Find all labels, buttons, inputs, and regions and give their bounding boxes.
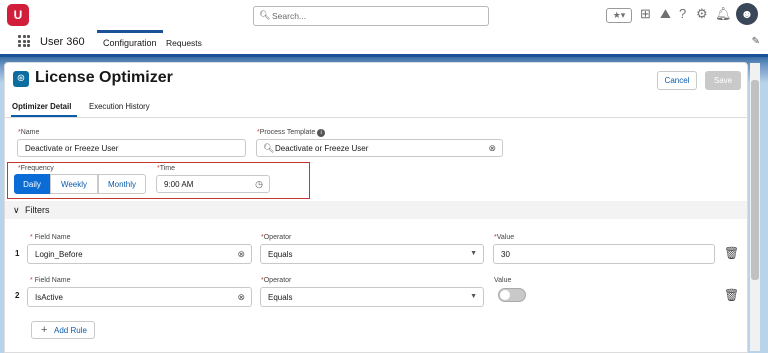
operator-value: Equals xyxy=(268,250,293,259)
cancel-button[interactable]: Cancel xyxy=(657,71,697,90)
app-launcher-icon[interactable] xyxy=(18,35,30,47)
global-actions-icon[interactable]: ⊞ xyxy=(640,7,651,21)
global-search[interactable]: 🔍︎ Search... xyxy=(253,6,489,26)
field-name-value: Login_Before xyxy=(35,250,83,259)
operator-select[interactable]: Equals ▼ xyxy=(260,244,484,264)
app-name: User 360 xyxy=(40,36,85,48)
active-tab-indicator xyxy=(11,115,77,117)
process-template-label: *Process Template i xyxy=(257,129,326,137)
edit-nav-pencil-icon[interactable]: ✎ xyxy=(752,36,760,47)
tab-optimizer-detail[interactable]: Optimizer Detail xyxy=(12,102,71,111)
value-label: *Value xyxy=(494,234,515,241)
process-template-value: Deactivate or Freeze User xyxy=(275,144,369,153)
app-nav-bar: User 360 Configuration Requests ✎ xyxy=(0,30,768,57)
delete-row-trash-icon[interactable]: 🗑︎ xyxy=(724,288,739,302)
plus-icon: + xyxy=(41,324,48,336)
name-label: *Name xyxy=(18,129,40,136)
search-icon: 🔍︎ xyxy=(263,143,275,153)
filter-row-number: 2 xyxy=(15,291,20,300)
add-rule-label: Add Rule xyxy=(54,326,87,335)
notifications-bell-icon[interactable]: 🔔︎ xyxy=(715,7,732,21)
help-icon[interactable]: ? xyxy=(679,7,686,21)
value-label: Value xyxy=(494,277,512,284)
operator-value: Equals xyxy=(268,293,293,302)
dropdown-arrow-icon: ▼ xyxy=(470,250,477,257)
record-header: ⊛ License Optimizer Cancel Save xyxy=(5,63,747,95)
clear-selection-icon[interactable]: ⊗ xyxy=(237,292,245,303)
scrollbar-thumb[interactable] xyxy=(751,80,759,280)
operator-label: *Operator xyxy=(261,277,292,284)
clock-icon[interactable]: ◷ xyxy=(255,179,263,190)
save-button[interactable]: Save xyxy=(705,71,741,90)
filters-section-header[interactable]: ∨ Filters xyxy=(5,201,747,219)
process-template-field[interactable]: 🔍︎ Deactivate or Freeze User ⊗ xyxy=(256,139,503,157)
search-input[interactable]: Search... xyxy=(272,11,306,21)
chevron-down-icon: ∨ xyxy=(13,205,20,215)
info-icon[interactable]: i xyxy=(317,129,326,137)
delete-row-trash-icon[interactable]: 🗑︎ xyxy=(724,246,739,260)
clear-selection-icon[interactable]: ⊗ xyxy=(488,143,496,154)
app-logo[interactable]: U xyxy=(7,4,29,26)
add-rule-button[interactable]: + Add Rule xyxy=(31,321,95,339)
time-value: 9:00 AM xyxy=(164,180,194,189)
global-header: U 🔍︎ Search... ★▾ ⊞ ⛰ ? ⚙ 🔔︎ ☻ xyxy=(0,0,768,31)
frequency-label: *Frequency xyxy=(18,165,54,172)
value-toggle[interactable] xyxy=(498,288,526,302)
name-value: Deactivate or Freeze User xyxy=(25,144,119,153)
nav-tab-label: Configuration xyxy=(103,38,157,48)
filter-row-number: 1 xyxy=(15,249,20,258)
operator-label: *Operator xyxy=(261,234,292,241)
name-field[interactable]: Deactivate or Freeze User xyxy=(17,139,246,157)
filters-section-title: Filters xyxy=(25,205,50,215)
field-name-label: * Field Name xyxy=(30,277,71,284)
time-field[interactable]: 9:00 AM ◷ xyxy=(156,175,270,193)
search-icon: 🔍︎ xyxy=(259,10,271,20)
setup-gear-icon[interactable]: ⚙ xyxy=(696,7,708,21)
operator-select[interactable]: Equals ▼ xyxy=(260,287,484,307)
clear-selection-icon[interactable]: ⊗ xyxy=(237,249,245,260)
field-name-label: * Field Name xyxy=(30,234,71,241)
page-title: License Optimizer xyxy=(35,69,173,86)
favorites-icon[interactable]: ★▾ xyxy=(606,8,632,23)
field-name-value: IsActive xyxy=(35,293,64,302)
record-type-icon: ⊛ xyxy=(13,71,29,87)
field-name-input[interactable]: Login_Before ⊗ xyxy=(27,244,252,264)
value-input[interactable]: 30 xyxy=(493,244,715,264)
user-avatar[interactable]: ☻ xyxy=(736,3,758,25)
frequency-monthly-button[interactable]: Monthly xyxy=(98,174,146,194)
nav-tab-requests[interactable]: Requests xyxy=(166,38,202,48)
frequency-weekly-button[interactable]: Weekly xyxy=(50,174,98,194)
record-subtabs: Optimizer Detail Execution History xyxy=(5,95,747,118)
nav-tab-configuration[interactable]: Configuration xyxy=(97,30,163,54)
trailhead-icon[interactable]: ⛰ xyxy=(660,7,671,21)
field-name-input[interactable]: IsActive ⊗ xyxy=(27,287,252,307)
time-label: *Time xyxy=(157,165,176,172)
frequency-daily-button[interactable]: Daily xyxy=(14,174,50,194)
dropdown-arrow-icon: ▼ xyxy=(470,293,477,300)
value-text: 30 xyxy=(501,250,510,259)
toggle-knob xyxy=(500,290,510,300)
tab-execution-history[interactable]: Execution History xyxy=(89,102,150,111)
